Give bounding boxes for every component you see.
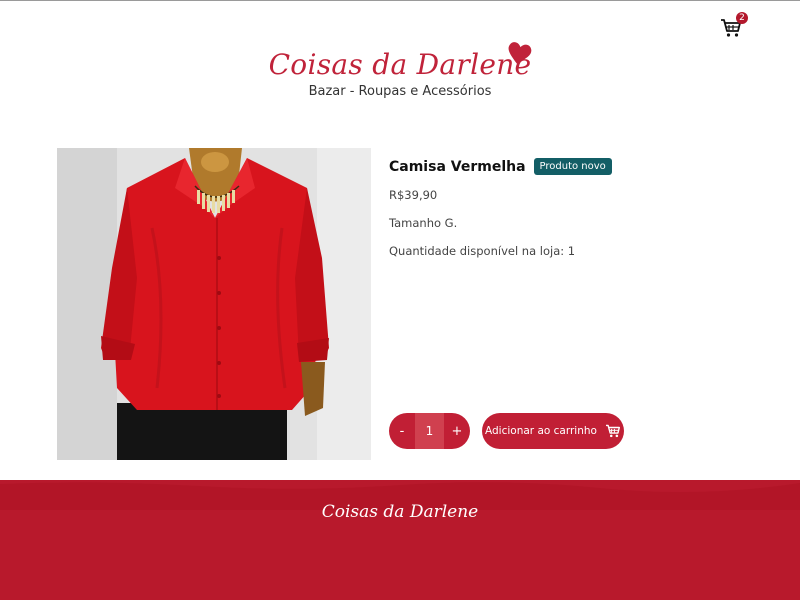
- new-product-badge: Produto novo: [533, 158, 612, 175]
- footer-title: Coisas da Darlene: [321, 502, 479, 522]
- product-details: Camisa Vermelha Produto novo R$39,90 Tam…: [389, 158, 769, 258]
- logo-subtitle: Bazar - Roupas e Acessórios: [308, 84, 492, 99]
- add-cart-icon: [605, 424, 620, 438]
- product-image[interactable]: [57, 148, 371, 460]
- product-stock: Quantidade disponível na loja: 1: [389, 244, 576, 258]
- cart-count-badge: 2: [736, 12, 748, 24]
- increment-button[interactable]: +: [444, 413, 470, 449]
- footer: Coisas da Darlene: [0, 480, 800, 600]
- top-border: [0, 0, 800, 1]
- product-price: R$39,90: [389, 188, 438, 202]
- product-title-row: Camisa Vermelha Produto novo: [389, 158, 769, 175]
- red-shirt-photo: [57, 148, 371, 460]
- site-logo[interactable]: Coisas da Darlene Bazar - Roupas e Acess…: [0, 42, 800, 108]
- logo-title: Coisas da Darlene: [268, 48, 532, 81]
- add-to-cart-button[interactable]: Adicionar ao carrinho: [482, 413, 624, 449]
- product-size: Tamanho G.: [389, 216, 458, 230]
- cart-button[interactable]: 2: [720, 12, 748, 40]
- quantity-value[interactable]: 1: [415, 413, 444, 449]
- heart-icon: [508, 42, 532, 64]
- quantity-stepper: - 1 +: [389, 413, 470, 449]
- decrement-button[interactable]: -: [389, 413, 415, 449]
- product-name: Camisa Vermelha: [389, 158, 526, 175]
- add-to-cart-label: Adicionar ao carrinho: [485, 425, 597, 437]
